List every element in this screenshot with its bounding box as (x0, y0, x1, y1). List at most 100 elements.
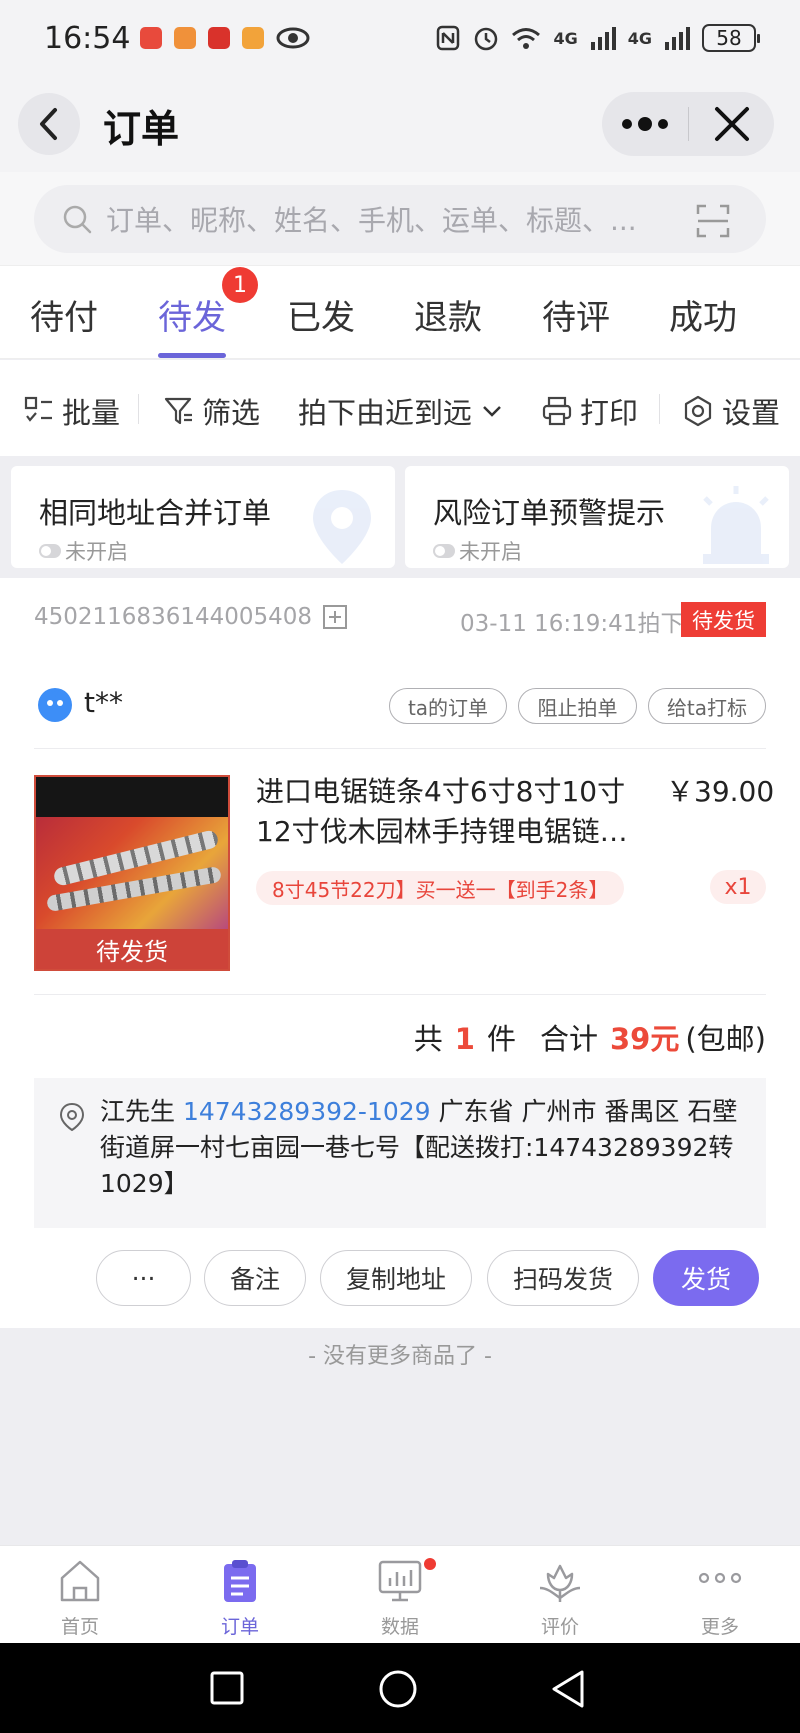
order-id: 4502116836144005408 (34, 604, 348, 630)
bottom-nav-label: 评价 (540, 1616, 579, 1638)
order-list-page: 16:54 4G 4G 58 订单 订单、昵称、姓名、手机、运单、标题、... … (0, 0, 800, 1733)
status-bar: 16:54 4G 4G 58 (0, 0, 800, 76)
card-title: 相同地址合并订单 (39, 496, 272, 530)
back-triangle-icon[interactable] (550, 1669, 586, 1709)
toggle-off-icon (433, 544, 455, 558)
tab-pending-payment[interactable]: 待付 (30, 290, 98, 339)
close-button[interactable] (689, 92, 774, 156)
search-icon (63, 205, 92, 234)
order-icon (224, 1560, 256, 1602)
eye-icon (276, 27, 310, 49)
filter-button[interactable]: 筛选 (164, 390, 260, 432)
page-title: 订单 (103, 107, 180, 151)
more-menu-button[interactable] (602, 92, 688, 156)
alarm-bell-icon (703, 486, 769, 564)
mini-program-capsule (602, 92, 774, 156)
bottom-nav-home[interactable]: 首页 (0, 1546, 160, 1644)
more-dots-icon (622, 117, 668, 131)
tabs-fade (760, 266, 800, 358)
signal-2-icon (665, 27, 690, 50)
settings-label: 设置 (722, 396, 781, 430)
signal-1-label: 4G (553, 28, 578, 48)
divider (34, 748, 766, 749)
block-buyer-button[interactable]: 阻止拍单 (518, 688, 637, 724)
filter-label: 筛选 (202, 396, 261, 430)
back-button[interactable] (18, 93, 80, 155)
bottom-nav-label: 数据 (380, 1616, 419, 1638)
product-title[interactable]: 进口电锯链条4寸6寸8寸10寸12寸伐木园林手持锂电锯链… (256, 772, 656, 852)
more-actions-button[interactable]: ··· (96, 1250, 191, 1306)
search-placeholder: 订单、昵称、姓名、手机、运单、标题、... (106, 204, 637, 237)
shipping-address[interactable]: 江先生 14743289392-1029 广东省 广州市 番禺区 石壁街道屏一村… (34, 1078, 766, 1228)
count-suffix: 件 (486, 1022, 516, 1056)
product-image-status: 待发货 (36, 929, 228, 969)
more-icon (698, 1572, 742, 1584)
bottom-nav-orders[interactable]: 订单 (160, 1546, 320, 1644)
merge-orders-card[interactable]: 相同地址合并订单 未开启 (11, 466, 395, 568)
nfc-icon (437, 25, 460, 51)
scan-ship-button[interactable]: 扫码发货 (487, 1250, 639, 1306)
sort-dropdown[interactable]: 拍下由近到远 (298, 390, 512, 432)
recipient-phone[interactable]: 14743289392-1029 (183, 1097, 431, 1126)
ship-button[interactable]: 发货 (653, 1250, 759, 1306)
note-button[interactable]: 备注 (204, 1250, 306, 1306)
batch-icon (24, 396, 52, 422)
copy-address-button[interactable]: 复制地址 (320, 1250, 472, 1306)
count-prefix: 共 (413, 1022, 443, 1056)
bottom-nav-label: 首页 (60, 1616, 99, 1638)
product-image[interactable]: 待发货 (34, 775, 230, 971)
batch-label: 批量 (62, 396, 121, 430)
buyer-name[interactable]: t** (84, 686, 123, 719)
signal-1-icon (590, 27, 616, 50)
review-icon (539, 1564, 581, 1602)
wifi-icon (512, 28, 541, 49)
data-icon (378, 1560, 422, 1602)
chevron-left-icon (40, 108, 57, 140)
risk-warning-card[interactable]: 风险订单预警提示 未开启 (405, 466, 789, 568)
avatar-face-icon (47, 689, 63, 706)
copy-icon[interactable] (322, 604, 348, 630)
order-card[interactable]: 4502116836144005408 03-11 16:19:41拍下 待发货… (0, 578, 800, 1328)
home-icon (60, 1560, 100, 1602)
bottom-nav-data[interactable]: 数据 (320, 1546, 480, 1644)
bottom-nav-label: 更多 (700, 1616, 739, 1638)
product-image-top (36, 777, 228, 817)
card-status: 未开启 (39, 536, 128, 566)
tab-refund[interactable]: 退款 (414, 290, 482, 339)
bottom-nav-reviews[interactable]: 评价 (480, 1546, 640, 1644)
card-title: 风险订单预警提示 (433, 496, 666, 530)
product-quantity: x1 (710, 870, 766, 904)
order-summary: 共 1 件 合计 39元 (包邮) (414, 1016, 766, 1058)
recent-apps-icon[interactable] (210, 1671, 244, 1705)
bottom-nav-more[interactable]: 更多 (640, 1546, 800, 1644)
search-input[interactable]: 订单、昵称、姓名、手机、运单、标题、... (34, 185, 766, 253)
tab-shipped[interactable]: 已发 (287, 290, 355, 339)
filter-icon (164, 397, 192, 425)
tab-pending-review[interactable]: 待评 (542, 290, 610, 339)
settings-button[interactable]: 设置 (682, 390, 780, 432)
toggle-off-icon (39, 544, 61, 558)
status-right: 4G 4G 58 (435, 24, 760, 52)
notification-dot (424, 1558, 436, 1570)
tag-buyer-button[interactable]: 给ta打标 (648, 688, 766, 724)
batch-button[interactable]: 批量 (24, 390, 120, 432)
sort-label: 拍下由近到远 (298, 396, 473, 430)
card-status: 未开启 (433, 536, 522, 566)
battery-indicator: 58 (702, 24, 760, 52)
buyer-orders-button[interactable]: ta的订单 (389, 688, 507, 724)
location-icon (59, 1102, 85, 1132)
missed-call-icon (140, 27, 163, 49)
tab-completed[interactable]: 成功 (669, 290, 737, 339)
recipient-name: 江先生 (100, 1097, 176, 1126)
chevron-down-icon (483, 406, 501, 417)
tab-pending-shipment[interactable]: 待发 (158, 290, 226, 339)
tab-badge: 1 (222, 267, 258, 303)
home-circle-icon[interactable] (378, 1669, 418, 1709)
order-time: 03-11 16:19:41拍下 (460, 611, 684, 637)
card-status-label: 未开启 (65, 540, 128, 564)
huawei-app-icon (208, 27, 231, 49)
scan-icon[interactable] (696, 204, 730, 238)
print-button[interactable]: 打印 (542, 390, 638, 432)
bottom-nav: 首页 订单 数据 评价 更多 (0, 1545, 800, 1643)
alarm-icon (475, 27, 498, 51)
